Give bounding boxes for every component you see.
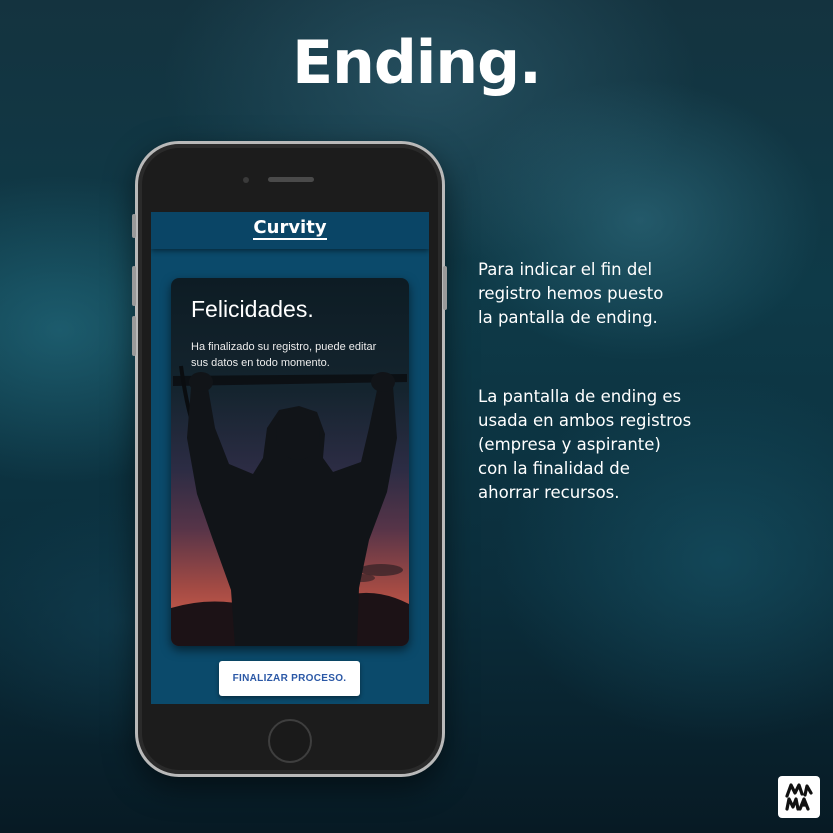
app-header: Curvity — [151, 212, 429, 249]
phone-screen: Curvity Felicidades. Ha finalizado su re… — [151, 212, 429, 704]
phone-speaker — [268, 177, 314, 182]
mina-logo-mark — [785, 783, 813, 811]
congratulations-card: Felicidades. Ha finalizado su registro, … — [171, 278, 409, 646]
phone-volume-up-button — [132, 266, 136, 306]
celebration-silhouette-image — [171, 365, 409, 646]
card-title: Felicidades. — [191, 296, 314, 322]
page-title: Ending. — [292, 28, 542, 98]
description-paragraph-2: La pantalla de ending es usada en ambos … — [478, 387, 692, 502]
description-paragraph-1: Para indicar el fin del registro hemos p… — [478, 260, 664, 327]
phone-volume-down-button — [132, 316, 136, 356]
phone-side-button — [132, 214, 136, 238]
phone-power-button — [443, 266, 447, 310]
app-logo[interactable]: Curvity — [253, 218, 327, 240]
mina-logo-icon — [778, 776, 820, 818]
card-message: Ha finalizado su registro, puede editar … — [191, 341, 377, 369]
phone-mockup: Curvity Felicidades. Ha finalizado su re… — [132, 141, 447, 777]
phone-camera — [243, 177, 249, 183]
phone-home-button[interactable] — [268, 719, 312, 763]
finish-process-button[interactable]: FINALIZAR PROCESO. — [219, 661, 360, 696]
